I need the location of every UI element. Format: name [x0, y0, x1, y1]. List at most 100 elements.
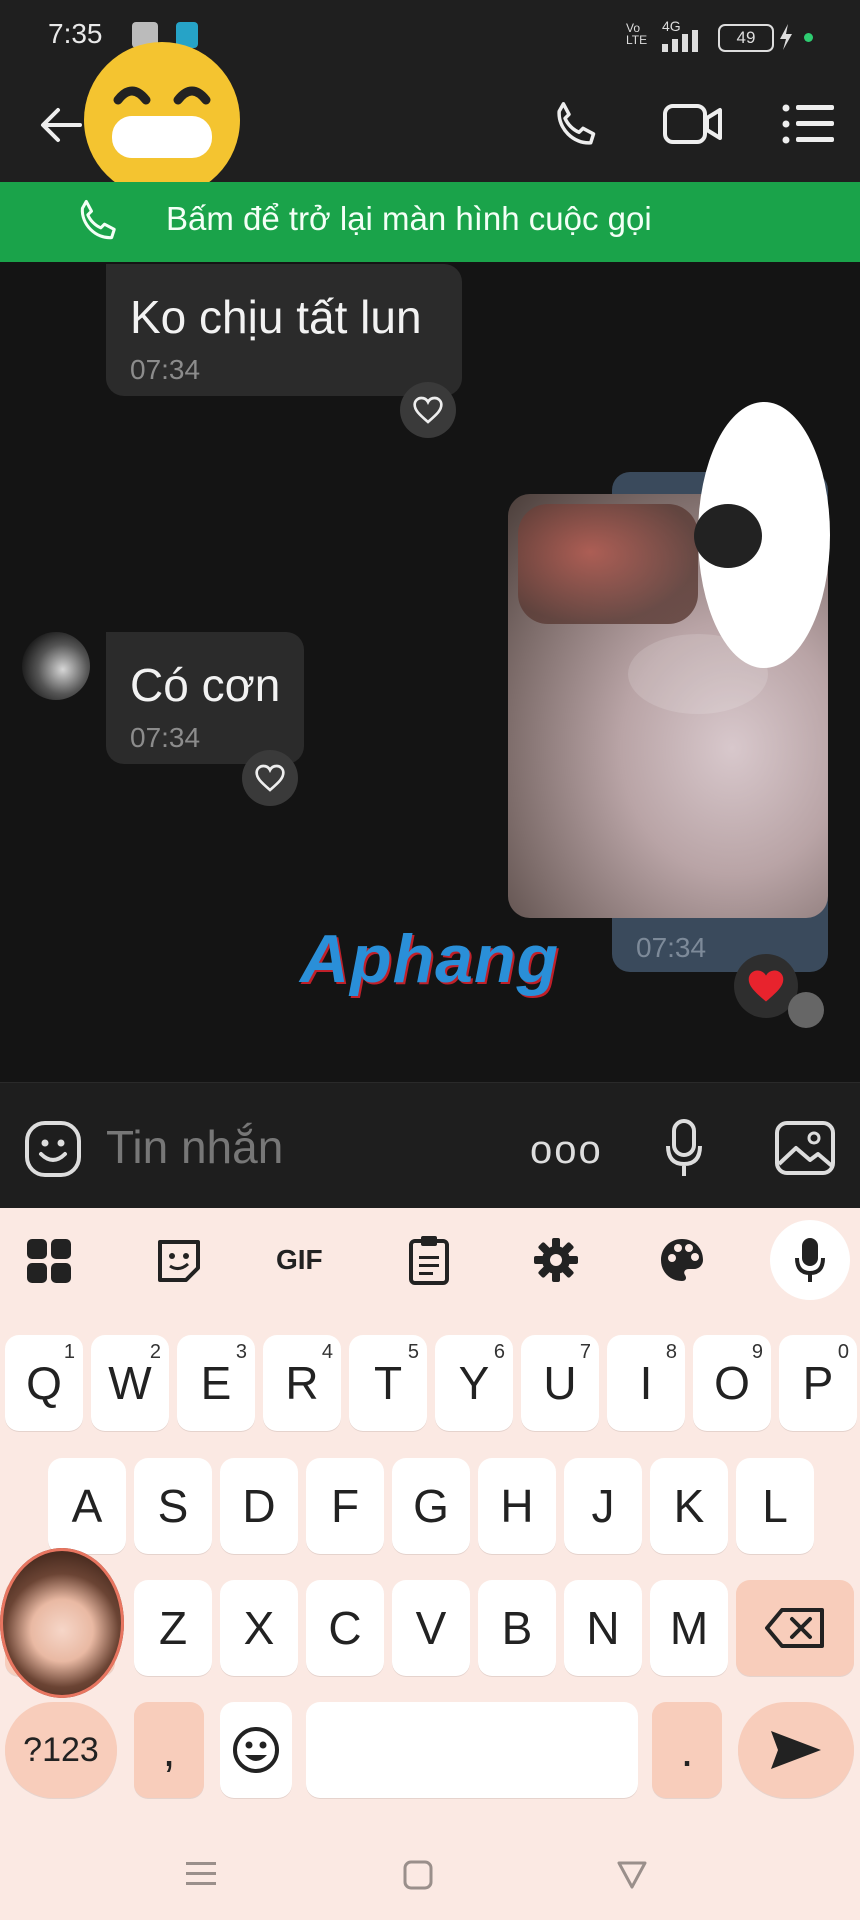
- key-hint: 7: [579, 1341, 591, 1363]
- backspace-key[interactable]: [736, 1580, 854, 1676]
- key-label: A: [71, 1480, 103, 1532]
- key[interactable]: X: [220, 1580, 298, 1676]
- palette-icon[interactable]: [658, 1236, 706, 1284]
- battery-icon: 49: [718, 24, 774, 52]
- back-nav-icon[interactable]: [616, 1860, 648, 1890]
- key[interactable]: A: [48, 1458, 126, 1554]
- seen-avatar: [788, 992, 824, 1028]
- message-time: 07:34: [636, 932, 707, 963]
- microphone-icon[interactable]: [664, 1118, 704, 1178]
- symbols-key[interactable]: ?123: [5, 1702, 117, 1798]
- key-hint: 6: [493, 1341, 505, 1363]
- emoji-sticker-overlay: [84, 42, 240, 198]
- clipboard-icon[interactable]: [408, 1234, 450, 1286]
- apps-grid-icon[interactable]: [26, 1238, 72, 1284]
- send-key[interactable]: [738, 1702, 854, 1798]
- active-dot: [804, 33, 813, 42]
- react-button[interactable]: [400, 382, 456, 438]
- key-label: W: [108, 1357, 152, 1409]
- space-key[interactable]: [306, 1702, 638, 1798]
- key-label: N: [586, 1602, 620, 1654]
- key-label: J: [591, 1480, 615, 1532]
- sticker-icon[interactable]: [156, 1238, 202, 1284]
- react-button[interactable]: [242, 750, 298, 806]
- key[interactable]: W2: [91, 1335, 169, 1431]
- message-time: 07:34: [130, 354, 201, 385]
- key[interactable]: M: [650, 1580, 728, 1676]
- key[interactable]: Y6: [435, 1335, 513, 1431]
- key[interactable]: J: [564, 1458, 642, 1554]
- key-label: F: [330, 1480, 360, 1532]
- key-label: I: [639, 1357, 653, 1409]
- key-label: C: [328, 1602, 362, 1654]
- period-key[interactable]: .: [652, 1702, 722, 1798]
- heart-filled-icon: [748, 970, 784, 1002]
- key-label: U: [543, 1357, 577, 1409]
- key-label: S: [157, 1480, 189, 1532]
- banner-text: Bấm để trở lại màn hình cuộc gọi: [166, 200, 652, 237]
- key[interactable]: U7: [521, 1335, 599, 1431]
- key[interactable]: T5: [349, 1335, 427, 1431]
- key[interactable]: B: [478, 1580, 556, 1676]
- key[interactable]: O9: [693, 1335, 771, 1431]
- key[interactable]: K: [650, 1458, 728, 1554]
- key-hint: 9: [751, 1341, 763, 1363]
- key-label: Y: [458, 1357, 490, 1409]
- bitmoji-avatar[interactable]: [0, 1548, 124, 1698]
- key[interactable]: L: [736, 1458, 814, 1554]
- message-text: Có cơn: [130, 659, 281, 711]
- key-label: X: [243, 1602, 275, 1654]
- keyboard: [0, 1208, 860, 1920]
- key-label: O: [714, 1357, 750, 1409]
- menu-list-icon[interactable]: [782, 102, 834, 146]
- key[interactable]: F: [306, 1458, 384, 1554]
- recent-apps-icon[interactable]: [186, 1860, 216, 1888]
- key-hint: 1: [63, 1341, 75, 1363]
- key[interactable]: Q1: [5, 1335, 83, 1431]
- key[interactable]: Z: [134, 1580, 212, 1676]
- emoji-icon[interactable]: [24, 1120, 82, 1178]
- key[interactable]: C: [306, 1580, 384, 1676]
- key-label: B: [501, 1602, 533, 1654]
- key[interactable]: P0: [779, 1335, 857, 1431]
- emoji-key[interactable]: [220, 1702, 292, 1798]
- key[interactable]: G: [392, 1458, 470, 1554]
- voice-input-button[interactable]: [770, 1220, 850, 1300]
- sender-avatar[interactable]: [22, 632, 90, 700]
- home-icon[interactable]: [403, 1860, 433, 1890]
- key[interactable]: E3: [177, 1335, 255, 1431]
- video-call-icon[interactable]: [662, 98, 724, 150]
- message-time: 07:34: [130, 722, 201, 753]
- heart-outline-icon: [413, 396, 443, 424]
- key[interactable]: I8: [607, 1335, 685, 1431]
- key-label: H: [500, 1480, 534, 1532]
- phone-icon[interactable]: [548, 98, 604, 154]
- more-options-button[interactable]: ooo: [530, 1128, 603, 1173]
- key[interactable]: S: [134, 1458, 212, 1554]
- smiley-icon: [233, 1727, 279, 1773]
- key-label: G: [413, 1480, 449, 1532]
- key[interactable]: D: [220, 1458, 298, 1554]
- settings-icon[interactable]: [532, 1236, 580, 1284]
- watermark: Aphang: [300, 921, 560, 997]
- key[interactable]: N: [564, 1580, 642, 1676]
- banner-phone-icon: [80, 199, 116, 240]
- gif-button[interactable]: GIF: [276, 1244, 323, 1276]
- message-input[interactable]: Tin nhắn: [106, 1120, 283, 1174]
- period-label: .: [680, 1724, 694, 1776]
- key-hint: 2: [149, 1341, 161, 1363]
- key-label: L: [762, 1480, 788, 1532]
- key-label: V: [415, 1602, 447, 1654]
- key-label: M: [669, 1602, 709, 1654]
- back-arrow-icon[interactable]: [36, 100, 86, 150]
- key[interactable]: H: [478, 1458, 556, 1554]
- comma-key[interactable]: ,: [134, 1702, 204, 1798]
- heart-outline-icon: [255, 764, 285, 792]
- key-label: E: [200, 1357, 232, 1409]
- key[interactable]: R4: [263, 1335, 341, 1431]
- key[interactable]: V: [392, 1580, 470, 1676]
- symbols-label: ?123: [23, 1730, 99, 1769]
- send-arrow-icon: [771, 1731, 821, 1769]
- gallery-icon[interactable]: [774, 1120, 836, 1176]
- key-label: R: [285, 1357, 319, 1409]
